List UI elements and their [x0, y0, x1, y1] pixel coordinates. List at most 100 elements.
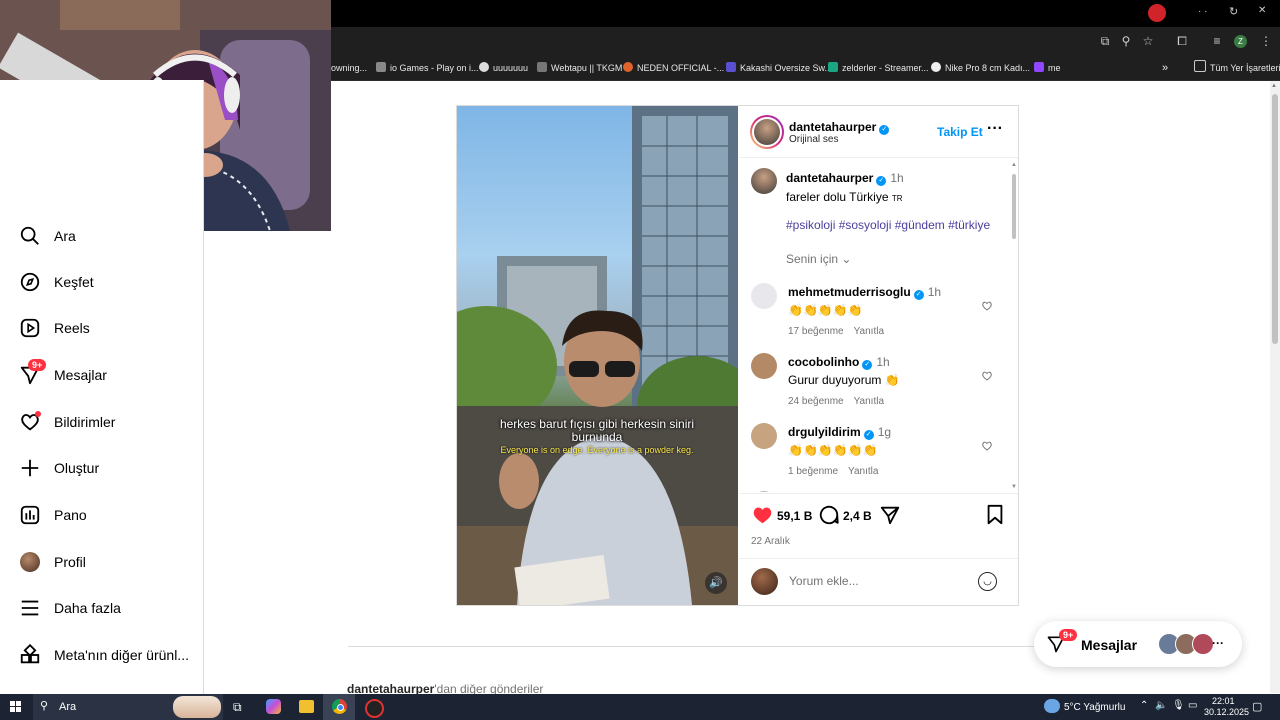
taskbar-date[interactable]: 30.12.2025: [1204, 707, 1249, 717]
bookmark-item[interactable]: zelderler - Streamer...: [828, 56, 929, 80]
share-icon[interactable]: [879, 504, 901, 526]
comment-username[interactable]: mehmetmuderrisoglu: [788, 285, 911, 299]
nike-icon: [931, 62, 941, 72]
sidebar-item-messages[interactable]: 9+ Mesajlar: [18, 359, 107, 390]
save-bookmark-icon[interactable]: [985, 504, 1005, 526]
file-explorer-icon[interactable]: [299, 700, 314, 713]
comment-like-heart-icon[interactable]: [981, 300, 993, 312]
mute-button[interactable]: 🔊: [705, 572, 727, 594]
comment-likes[interactable]: 24 beğenme: [788, 396, 844, 407]
like-heart-icon[interactable]: [751, 504, 774, 526]
install-app-icon[interactable]: ⧉: [1098, 34, 1112, 48]
tray-chevron-icon[interactable]: ⌃: [1140, 700, 1148, 711]
follow-button[interactable]: Takip Et: [937, 125, 983, 139]
speaker-icon[interactable]: 🔈: [1155, 700, 1167, 711]
reply-button[interactable]: Yanıtla: [854, 396, 884, 407]
sidebar-item-meta-products[interactable]: Meta'nın diğer ürünl...: [18, 640, 189, 670]
reply-button[interactable]: Yanıtla: [854, 326, 884, 337]
sidebar-item-create[interactable]: Oluştur: [18, 453, 99, 483]
sidebar-item-profile[interactable]: Profil: [18, 547, 86, 577]
messages-floating-button[interactable]: 9+ Mesajlar ···: [1034, 621, 1242, 667]
comment-input[interactable]: Yorum ekle...: [789, 574, 959, 588]
video-subtitle-tr: herkes barut fıçısı gibi herkesin siniri…: [499, 417, 695, 444]
sidebar-item-label: Keşfet: [54, 274, 94, 290]
caption-username[interactable]: dantetahaurper: [786, 171, 873, 185]
minimize-button[interactable]: · ·: [1198, 6, 1207, 17]
comment-avatar[interactable]: [751, 423, 777, 449]
comment-like-heart-icon[interactable]: [981, 440, 993, 452]
bookmarks-overflow-button[interactable]: »: [1162, 56, 1168, 80]
comment-username[interactable]: drgulyildirim: [788, 425, 861, 439]
close-window-button[interactable]: ✕: [1258, 5, 1266, 16]
reply-button[interactable]: Yanıtla: [848, 466, 878, 477]
sidebar-item-search[interactable]: Ara: [18, 221, 76, 251]
all-bookmarks-button[interactable]: Tüm Yer İşaretleri: [1194, 56, 1280, 80]
comment-avatar[interactable]: [751, 353, 777, 379]
bookmark-item[interactable]: me: [1034, 56, 1061, 80]
comment-like-heart-icon[interactable]: [981, 370, 993, 382]
verified-badge-icon: ✓: [879, 125, 890, 135]
app-icon[interactable]: [365, 699, 384, 718]
comment-avatar[interactable]: [751, 491, 777, 492]
caption-avatar[interactable]: [751, 168, 777, 194]
sidebar-item-reels[interactable]: Reels: [18, 313, 90, 343]
bookmark-item[interactable]: io Games - Play on i...: [376, 56, 479, 80]
page-scrollbar[interactable]: ▲: [1270, 81, 1280, 693]
bookmark-item[interactable]: NEDEN OFFICIAL -...: [623, 56, 724, 80]
bookmark-star-icon[interactable]: ☆: [1141, 34, 1155, 48]
messages-label: Mesajlar: [1081, 637, 1138, 653]
more-icon: ···: [1212, 636, 1224, 650]
weather-text[interactable]: 5°C Yağmurlu: [1064, 702, 1125, 713]
caption-hashtags[interactable]: #psikoloji #sosyoloji #gündem #türkiye: [786, 218, 1001, 232]
sidebar-item-label: Pano: [54, 507, 87, 523]
sidebar-item-label: Profil: [54, 554, 86, 570]
task-view-icon[interactable]: ⧉: [233, 700, 242, 715]
browser-menu-icon[interactable]: ⋮: [1259, 34, 1273, 48]
sidebar-item-dashboard[interactable]: Pano: [18, 500, 87, 530]
audio-label[interactable]: Orijinal ses: [789, 134, 838, 145]
turkey-flag-icon: TR: [891, 194, 903, 203]
comment-text: Gurur duyuyorum 👏: [788, 373, 900, 387]
notification-center-icon[interactable]: ▢: [1252, 700, 1262, 713]
profile-avatar[interactable]: Z: [1234, 35, 1247, 48]
bookmark-item[interactable]: uuuuuuu: [479, 56, 528, 80]
author-avatar[interactable]: [750, 115, 784, 149]
media-controls-icon[interactable]: ≡: [1210, 34, 1224, 48]
comment-likes[interactable]: 17 beğenme: [788, 326, 844, 337]
more-options-icon[interactable]: ···: [987, 120, 1003, 138]
messenger-icon: 9+: [18, 359, 47, 387]
copilot-icon[interactable]: [266, 699, 281, 714]
microphone-icon[interactable]: 🎙: [1172, 700, 1185, 711]
taskbar-search[interactable]: ⚲ Ara: [33, 694, 223, 720]
network-icon[interactable]: ▭: [1188, 700, 1197, 711]
comment-likes[interactable]: 1 beğenme: [788, 466, 838, 477]
windows-start-icon[interactable]: [10, 701, 22, 713]
emoji-icon[interactable]: ◡: [978, 572, 997, 591]
bookmark-item[interactable]: Nike Pro 8 cm Kadı...: [931, 56, 1030, 80]
comments-scrollbar[interactable]: ▲ ▼: [1011, 162, 1017, 492]
comment-icon[interactable]: [818, 504, 840, 526]
sidebar-item-notifications[interactable]: Bildirimler: [18, 407, 115, 437]
taskbar-time[interactable]: 22:01: [1212, 696, 1235, 706]
author-username[interactable]: dantetahaurper: [789, 120, 876, 134]
zoom-icon[interactable]: ⚲: [1119, 34, 1133, 48]
comment-avatar[interactable]: [751, 283, 777, 309]
sidebar-item-more[interactable]: Daha fazla: [18, 593, 121, 623]
bookmark-item[interactable]: owning...: [331, 56, 367, 80]
add-comment-bar: Yorum ekle... ◡: [739, 558, 1018, 606]
bookmark-item[interactable]: Kakashi Oversize Sw...: [726, 56, 832, 80]
chrome-icon[interactable]: [323, 694, 355, 720]
reel-video[interactable]: herkes barut fıçısı gibi herkesin siniri…: [457, 106, 738, 605]
verified-badge-icon: ✓: [913, 290, 924, 300]
likes-count[interactable]: 59,1 B: [777, 509, 812, 523]
comment-username[interactable]: cocobolinho: [788, 355, 859, 369]
comment-sort-dropdown[interactable]: Senin için ⌄: [786, 252, 851, 266]
extensions-icon[interactable]: ⧠: [1175, 34, 1189, 48]
sidebar-item-explore[interactable]: Keşfet: [18, 267, 94, 297]
comment-time: 1h: [876, 355, 890, 369]
bookmark-item[interactable]: Webtapu || TKGM: [537, 56, 622, 80]
heart-icon: [18, 410, 42, 434]
restore-button[interactable]: ↻: [1229, 5, 1238, 18]
comments-count[interactable]: 2,4 B: [843, 509, 872, 523]
comments-area: dantetahaurper ✓ 1h fareler dolu Türkiye T…: [739, 158, 1009, 492]
